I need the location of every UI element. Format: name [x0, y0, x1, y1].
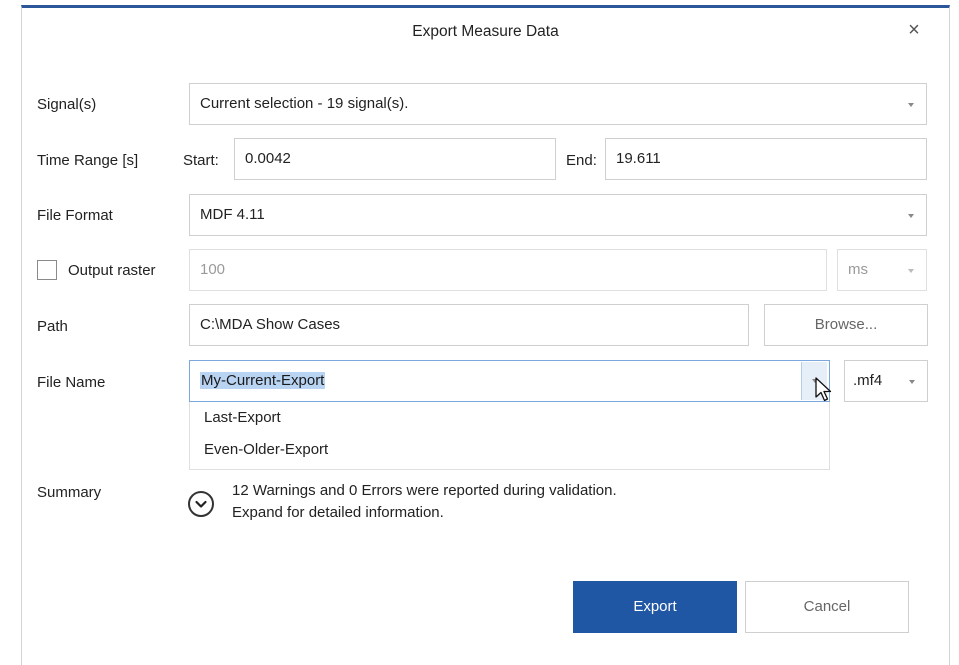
dialog-title: Export Measure Data: [412, 23, 559, 40]
file-format-label: File Format: [37, 207, 113, 224]
output-raster-input[interactable]: 100: [189, 249, 827, 291]
summary-line-1: 12 Warnings and 0 Errors were reported d…: [232, 482, 617, 499]
start-input[interactable]: 0.0042: [234, 138, 556, 180]
signals-select[interactable]: Current selection - 19 signal(s).: [189, 83, 927, 125]
close-icon[interactable]: ×: [902, 18, 926, 42]
cancel-button[interactable]: Cancel: [745, 581, 909, 633]
raster-unit-select[interactable]: ms: [837, 249, 927, 291]
summary-line-2: Expand for detailed information.: [232, 504, 444, 521]
end-input[interactable]: 19.611: [605, 138, 927, 180]
chevron-down-icon: [908, 103, 914, 107]
extension-select[interactable]: .mf4: [844, 360, 928, 402]
time-range-label: Time Range [s]: [37, 152, 139, 169]
browse-button[interactable]: Browse...: [764, 304, 928, 346]
file-name-label: File Name: [37, 374, 106, 391]
output-raster-checkbox[interactable]: [37, 260, 57, 280]
file-format-value: MDF 4.11: [200, 206, 265, 223]
file-name-dropdown: Last-Export Even-Older-Export: [189, 402, 830, 470]
file-name-value: My-Current-Export: [200, 372, 326, 389]
start-label: Start:: [183, 152, 219, 169]
chevron-down-icon: [908, 269, 914, 273]
output-raster-label: Output raster: [68, 262, 156, 279]
signals-select-value: Current selection - 19 signal(s).: [200, 95, 409, 112]
path-label: Path: [37, 318, 68, 335]
end-label: End:: [566, 152, 597, 169]
summary-label: Summary: [37, 484, 102, 501]
summary-text: 12 Warnings and 0 Errors were reported d…: [232, 480, 617, 524]
chevron-down-circle-icon[interactable]: [188, 491, 214, 517]
path-input[interactable]: C:\MDA Show Cases: [189, 304, 749, 346]
raster-unit-value: ms: [848, 261, 868, 278]
mouse-pointer-icon: [815, 377, 832, 402]
file-format-select[interactable]: MDF 4.11: [189, 194, 927, 236]
export-button[interactable]: Export: [573, 581, 737, 633]
chevron-down-icon: [909, 380, 915, 384]
export-dialog: Export Measure Data × Signal(s) Current …: [21, 5, 950, 665]
extension-value: .mf4: [853, 372, 883, 389]
file-name-combobox[interactable]: My-Current-Export: [189, 360, 830, 402]
dropdown-item-even-older-export[interactable]: Even-Older-Export: [190, 434, 829, 466]
chevron-down-icon: [908, 214, 914, 218]
dropdown-item-last-export[interactable]: Last-Export: [190, 402, 829, 434]
signals-label: Signal(s): [37, 96, 97, 113]
